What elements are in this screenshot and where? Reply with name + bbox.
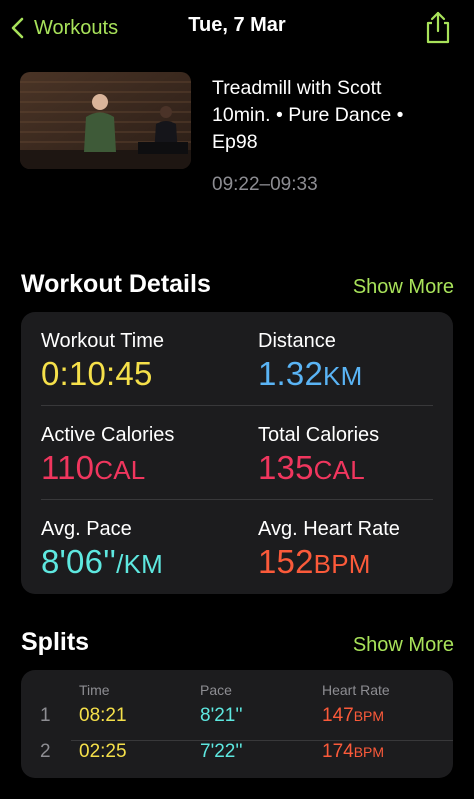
- divider: [71, 740, 453, 741]
- metric-label: Workout Time: [41, 330, 164, 352]
- workout-thumbnail[interactable]: [20, 72, 191, 169]
- metric-active-calories: Active Calories 110CAL: [41, 424, 174, 487]
- workout-title-line-2: 10min. • Pure Dance •: [212, 104, 404, 126]
- avg-heart-rate-unit: BPM: [313, 549, 371, 579]
- split-pace: 7'22'': [200, 741, 243, 762]
- split-heart-rate-value: 174: [322, 741, 354, 762]
- metric-label: Active Calories: [41, 424, 175, 446]
- splits-show-more-link[interactable]: Show More: [353, 634, 454, 657]
- split-row-number: 2: [40, 741, 51, 762]
- metric-label: Total Calories: [258, 424, 380, 446]
- split-time: 08:21: [79, 705, 127, 726]
- split-row-number: 1: [40, 705, 51, 726]
- metric-value: 135CAL: [258, 449, 379, 487]
- avg-heart-rate-value: 152: [258, 543, 314, 580]
- distance-value: 1.32: [258, 355, 324, 392]
- avg-pace-unit: /KM: [116, 549, 163, 579]
- metric-distance: Distance 1.32KM: [258, 330, 362, 393]
- distance-unit: KM: [323, 361, 363, 391]
- workout-thumbnail-image: [20, 72, 191, 169]
- active-calories-unit: CAL: [94, 455, 146, 485]
- metric-value: 152BPM: [258, 543, 400, 581]
- split-heart-rate-unit: BPM: [353, 744, 385, 760]
- split-heart-rate: 174BPM: [322, 741, 384, 763]
- split-heart-rate-value: 147: [322, 705, 354, 726]
- workout-title-line-3: Ep98: [212, 131, 258, 153]
- split-heart-rate: 147BPM: [322, 705, 384, 727]
- workout-time-value: 0:10:45: [41, 355, 153, 392]
- metric-value: 110CAL: [41, 449, 174, 487]
- metric-value: 0:10:45: [41, 355, 164, 393]
- metric-avg-heart-rate: Avg. Heart Rate 152BPM: [258, 518, 400, 581]
- splits-header-heart-rate: Heart Rate: [322, 682, 390, 698]
- split-time: 02:25: [79, 741, 127, 762]
- share-icon: [426, 11, 450, 44]
- page-title: Tue, 7 Mar: [188, 14, 286, 36]
- total-calories-value: 135: [258, 449, 314, 486]
- split-heart-rate-unit: BPM: [353, 708, 385, 724]
- metric-value: 1.32KM: [258, 355, 362, 393]
- splits-card: Time Pace Heart Rate 1 08:21 8'21'' 147B…: [21, 670, 453, 778]
- splits-header-time: Time: [79, 682, 110, 698]
- metric-value: 8'06''/KM: [41, 543, 163, 581]
- metric-avg-pace: Avg. Pace 8'06''/KM: [41, 518, 163, 581]
- share-button[interactable]: [422, 10, 454, 44]
- splits-heading: Splits: [21, 628, 90, 656]
- metric-label: Avg. Pace: [41, 518, 132, 540]
- avg-pace-value: 8'06'': [41, 543, 117, 580]
- metric-workout-time: Workout Time 0:10:45: [41, 330, 164, 393]
- split-pace: 8'21'': [200, 705, 243, 726]
- splits-header-pace: Pace: [200, 682, 232, 698]
- divider: [41, 499, 433, 500]
- metric-label: Avg. Heart Rate: [258, 518, 400, 540]
- divider: [41, 405, 433, 406]
- workout-details-card: Workout Time 0:10:45 Distance 1.32KM Act…: [21, 312, 453, 594]
- active-calories-value: 110: [41, 449, 95, 486]
- metric-total-calories: Total Calories 135CAL: [258, 424, 379, 487]
- navigation-bar: Workouts Tue, 7 Mar: [0, 0, 474, 56]
- total-calories-unit: CAL: [313, 455, 365, 485]
- workout-details-heading: Workout Details: [21, 270, 211, 298]
- workout-title-line-1: Treadmill with Scott: [212, 77, 382, 99]
- workout-time-range: 09:22–09:33: [212, 174, 318, 195]
- workout-info: Treadmill with Scott 10min. • Pure Dance…: [212, 75, 462, 196]
- metric-label: Distance: [258, 330, 336, 352]
- workout-details-show-more-link[interactable]: Show More: [353, 276, 454, 299]
